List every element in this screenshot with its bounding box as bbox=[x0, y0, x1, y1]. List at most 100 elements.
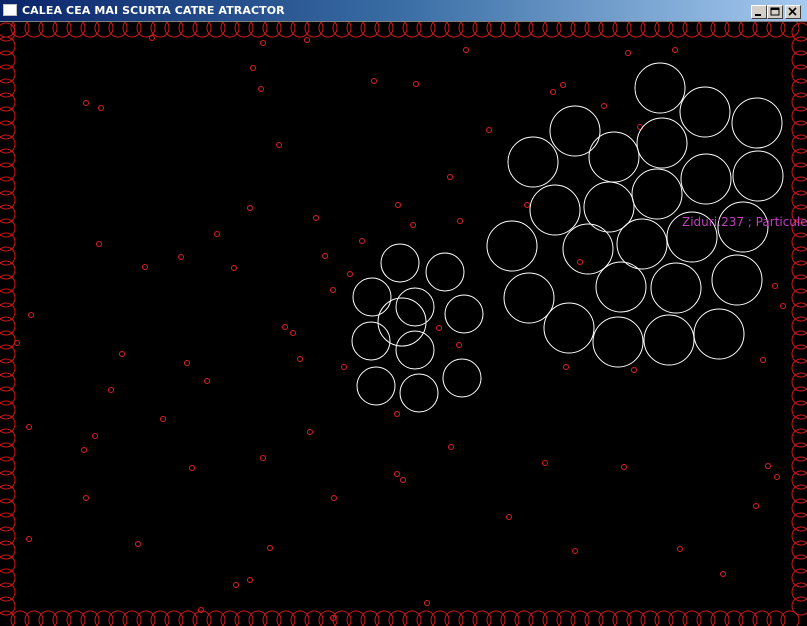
obstacle-circle bbox=[380, 243, 420, 283]
maximize-button[interactable] bbox=[767, 5, 783, 19]
app-window: CALEA CEA MAI SCURTA CATRE ATRACTOR Zidu… bbox=[0, 0, 807, 626]
obstacle-circle bbox=[680, 153, 732, 205]
title-bar[interactable]: CALEA CEA MAI SCURTA CATRE ATRACTOR bbox=[0, 0, 807, 22]
particle bbox=[720, 571, 726, 577]
particle bbox=[135, 541, 141, 547]
obstacle-circle bbox=[636, 117, 688, 169]
obstacle-circle bbox=[351, 321, 391, 361]
obstacle-circle bbox=[549, 105, 601, 157]
particle bbox=[341, 364, 347, 370]
particle bbox=[297, 356, 303, 362]
obstacle-circle bbox=[529, 184, 581, 236]
wall-ring bbox=[0, 22, 807, 626]
obstacle-circle bbox=[543, 302, 595, 354]
obstacle-circle bbox=[399, 373, 439, 413]
particle bbox=[395, 202, 401, 208]
particle bbox=[178, 254, 184, 260]
particle bbox=[142, 264, 148, 270]
particle bbox=[359, 238, 365, 244]
particle bbox=[260, 455, 266, 461]
particle bbox=[322, 253, 328, 259]
particle bbox=[214, 231, 220, 237]
close-icon bbox=[788, 7, 797, 16]
particle bbox=[413, 81, 419, 87]
particle bbox=[198, 607, 204, 613]
particle bbox=[81, 447, 87, 453]
particle bbox=[371, 78, 377, 84]
particle bbox=[260, 40, 266, 46]
particle bbox=[457, 218, 463, 224]
particle bbox=[560, 82, 566, 88]
obstacle-circle bbox=[507, 136, 559, 188]
particle bbox=[290, 330, 296, 336]
particle bbox=[621, 464, 627, 470]
obstacle-circle bbox=[634, 62, 686, 114]
particle bbox=[267, 545, 273, 551]
particle bbox=[247, 577, 253, 583]
obstacle-circle bbox=[442, 358, 482, 398]
particle bbox=[436, 325, 442, 331]
particle bbox=[625, 50, 631, 56]
app-icon bbox=[3, 4, 17, 16]
particle bbox=[448, 444, 454, 450]
particle bbox=[772, 283, 778, 289]
particle bbox=[774, 474, 780, 480]
obstacle-circle bbox=[444, 294, 484, 334]
particle bbox=[98, 105, 104, 111]
particle bbox=[330, 287, 336, 293]
obstacle-circle bbox=[732, 150, 784, 202]
particle bbox=[672, 47, 678, 53]
obstacle-circle bbox=[352, 277, 392, 317]
obstacle-circles bbox=[351, 62, 784, 413]
particle bbox=[486, 127, 492, 133]
particle bbox=[28, 312, 34, 318]
obstacle-circle bbox=[631, 168, 683, 220]
particle bbox=[765, 463, 771, 469]
particle bbox=[189, 465, 195, 471]
particle bbox=[331, 495, 337, 501]
particle bbox=[149, 35, 155, 41]
particle bbox=[601, 103, 607, 109]
obstacle-circle bbox=[650, 262, 702, 314]
particle bbox=[231, 265, 237, 271]
particle bbox=[184, 360, 190, 366]
particle bbox=[108, 387, 114, 393]
particle bbox=[204, 378, 210, 384]
obstacle-circle bbox=[643, 314, 695, 366]
particle bbox=[26, 424, 32, 430]
obstacle-circle bbox=[592, 316, 644, 368]
obstacle-circle bbox=[425, 252, 465, 292]
particle bbox=[524, 202, 530, 208]
obstacle-circle bbox=[395, 330, 435, 370]
wall-circle bbox=[0, 610, 16, 626]
particle bbox=[83, 100, 89, 106]
obstacle-circle bbox=[395, 287, 435, 327]
window-title: CALEA CEA MAI SCURTA CATRE ATRACTOR bbox=[22, 4, 285, 17]
simulation-canvas[interactable]: Ziduri:237 ; Particule bbox=[0, 22, 807, 626]
particle bbox=[304, 37, 310, 43]
particle bbox=[250, 65, 256, 71]
particle bbox=[572, 548, 578, 554]
obstacle-circle bbox=[486, 220, 538, 272]
minimize-button[interactable] bbox=[751, 5, 767, 19]
obstacle-circle bbox=[616, 218, 668, 270]
particle bbox=[119, 351, 125, 357]
obstacle-circle bbox=[503, 272, 555, 324]
particle bbox=[83, 495, 89, 501]
obstacle-circle bbox=[679, 86, 731, 138]
particle bbox=[542, 460, 548, 466]
obstacle-circle bbox=[731, 97, 783, 149]
particle bbox=[456, 342, 462, 348]
obstacle-circle bbox=[595, 261, 647, 313]
particle bbox=[577, 259, 583, 265]
particle bbox=[282, 324, 288, 330]
particle-field bbox=[14, 35, 786, 621]
close-button[interactable] bbox=[785, 5, 801, 19]
particle bbox=[400, 477, 406, 483]
particle bbox=[760, 357, 766, 363]
particle bbox=[247, 205, 253, 211]
particle bbox=[463, 47, 469, 53]
particle bbox=[677, 546, 683, 552]
particle bbox=[550, 89, 556, 95]
particle bbox=[26, 536, 32, 542]
